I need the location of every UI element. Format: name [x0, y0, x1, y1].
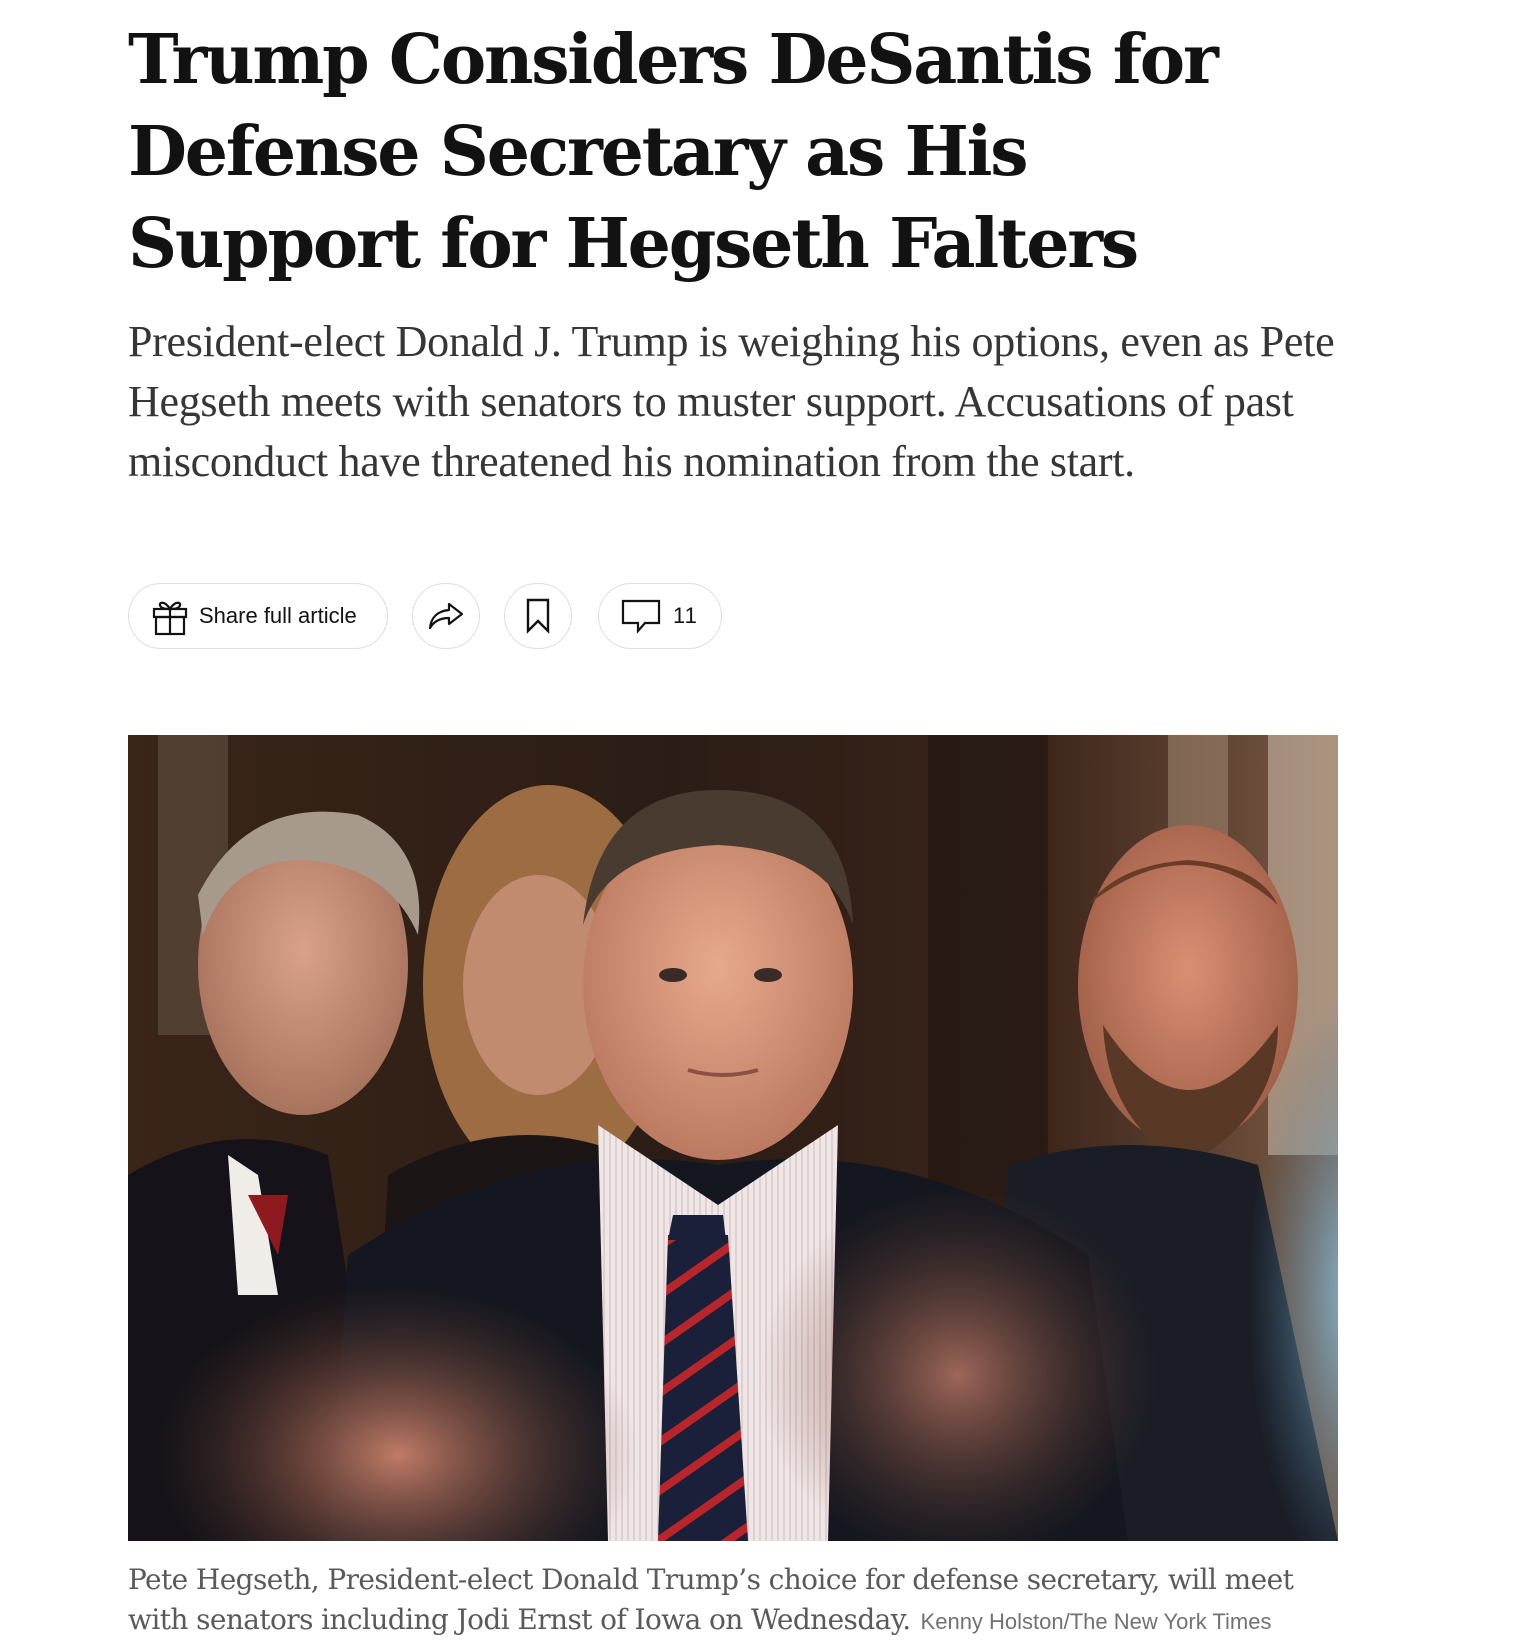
article-headline: Trump Considers DeSantis for Defense Sec… — [128, 20, 1219, 284]
share-full-article-label: Share full article — [199, 603, 357, 628]
comments-count: 11 — [673, 603, 698, 628]
share-button[interactable] — [412, 583, 480, 649]
photo-credit: Kenny Holston/The New York Times — [920, 1609, 1272, 1634]
article-summary: President-elect Donald J. Trump is weigh… — [128, 317, 1335, 486]
article-header: Trump Considers DeSantis for Defense Sec… — [128, 0, 1338, 1636]
bookmark-icon — [525, 598, 551, 634]
save-article-button[interactable] — [504, 583, 572, 649]
article-toolbar: Share full article 11 — [128, 583, 1028, 651]
lead-photo[interactable] — [128, 735, 1338, 1541]
gift-icon — [151, 596, 189, 636]
share-full-article-button[interactable]: Share full article — [128, 583, 388, 649]
comment-bubble-icon — [621, 598, 661, 634]
share-arrow-icon — [427, 601, 465, 631]
comments-button[interactable]: 11 — [598, 583, 722, 649]
